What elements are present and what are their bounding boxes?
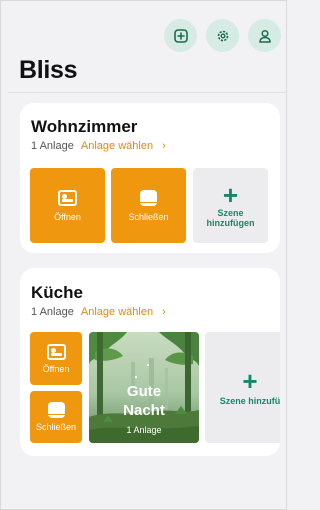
close-shade-icon bbox=[140, 189, 157, 206]
add-scene-button[interactable]: + Szene hinzufü bbox=[205, 332, 280, 443]
plus-icon: + bbox=[242, 365, 258, 396]
profile-person-icon bbox=[258, 29, 271, 43]
open-shade-icon bbox=[58, 189, 77, 206]
add-scene-button[interactable]: + Szene hinzufügen bbox=[193, 168, 268, 243]
add-button[interactable] bbox=[164, 19, 197, 52]
plus-icon: + bbox=[222, 179, 239, 210]
settings-gear-icon bbox=[217, 30, 228, 41]
add-scene-label: Szene hinzufü bbox=[219, 395, 280, 406]
settings-button[interactable] bbox=[206, 19, 239, 52]
room-card-kueche: Küche 1 Anlage Anlage wählen › Öffnen Sc… bbox=[20, 268, 280, 456]
tile-label: Öffnen bbox=[42, 363, 70, 374]
close-shade-icon bbox=[47, 402, 65, 418]
room-title: Küche bbox=[31, 283, 83, 302]
device-count: 1 Anlage bbox=[31, 306, 74, 318]
scene-open-button[interactable]: Öffnen bbox=[30, 168, 105, 243]
scene-title-line2: Nacht bbox=[123, 402, 165, 419]
select-device-link[interactable]: Anlage wählen bbox=[81, 306, 153, 318]
room-title: Wohnzimmer bbox=[31, 117, 138, 136]
add-scene-label-line1: Szene bbox=[217, 207, 244, 218]
tile-label: Schließen bbox=[128, 211, 169, 222]
room-subtitle: 1 Anlage Anlage wählen › bbox=[31, 140, 166, 152]
scene-title: Gute Nacht bbox=[89, 382, 199, 420]
scene-gute-nacht-card[interactable]: Gute Nacht 1 Anlage bbox=[89, 332, 199, 443]
page-title: Bliss bbox=[19, 56, 78, 84]
room-card-wohnzimmer: Wohnzimmer 1 Anlage Anlage wählen › Öffn… bbox=[20, 103, 280, 253]
profile-button[interactable] bbox=[248, 19, 281, 52]
scene-open-button[interactable]: Öffnen bbox=[30, 332, 82, 385]
room-subtitle: 1 Anlage Anlage wählen › bbox=[31, 306, 166, 318]
open-shade-icon bbox=[46, 343, 66, 360]
scene-close-button[interactable]: Schließen bbox=[30, 391, 82, 443]
add-plus-square-icon bbox=[173, 28, 188, 43]
top-action-bar bbox=[164, 19, 281, 52]
scene-device-count: 1 Anlage bbox=[126, 425, 162, 435]
scene-close-button[interactable]: Schließen bbox=[111, 168, 186, 243]
chevron-right-icon[interactable]: › bbox=[162, 140, 166, 152]
tile-label: Öffnen bbox=[54, 211, 81, 222]
device-count: 1 Anlage bbox=[31, 140, 74, 152]
header-divider bbox=[8, 92, 287, 93]
add-scene-label-line2: hinzufügen bbox=[206, 217, 255, 228]
select-device-link[interactable]: Anlage wählen bbox=[81, 140, 153, 152]
scene-title-line1: Gute bbox=[126, 383, 162, 400]
chevron-right-icon[interactable]: › bbox=[162, 306, 166, 318]
tile-label: Schließen bbox=[35, 422, 77, 432]
